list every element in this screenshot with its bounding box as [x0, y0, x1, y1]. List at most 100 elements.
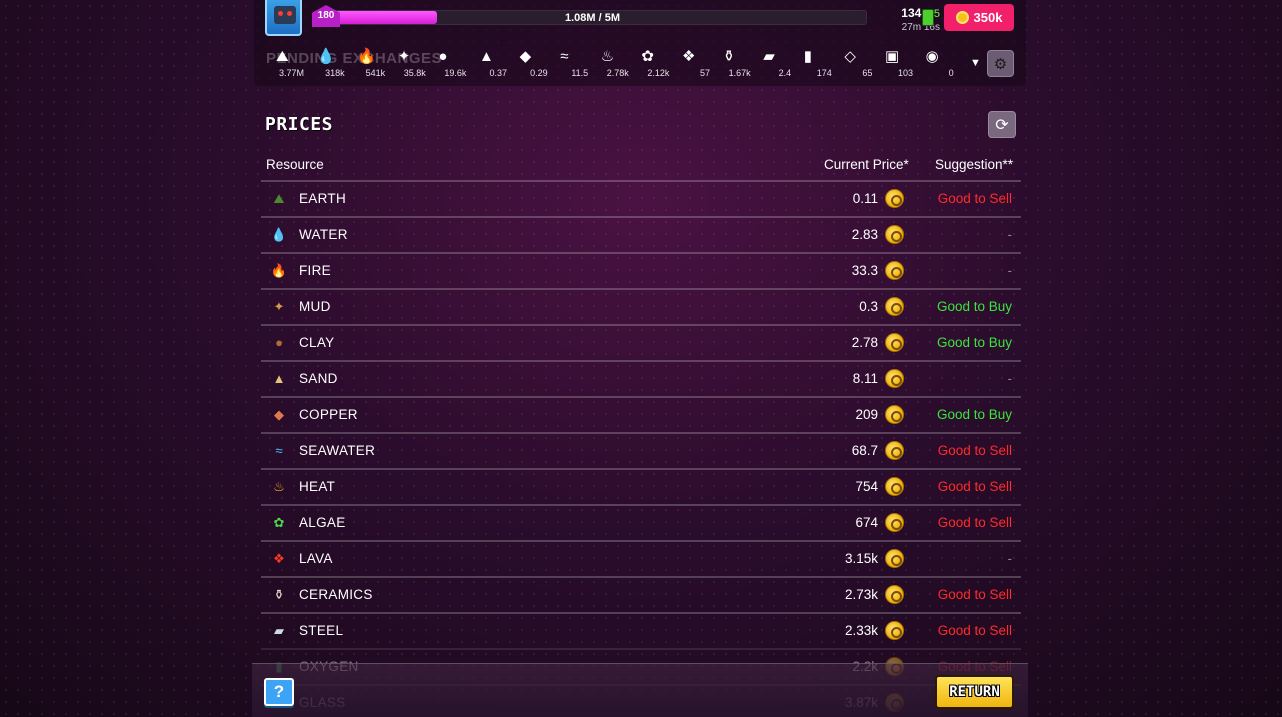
resource-counter-earth[interactable]: ⛰ 3.77M: [266, 46, 304, 78]
stone-icon: ◉: [925, 48, 939, 65]
resource-amount: 3.77M: [278, 68, 304, 78]
refresh-button[interactable]: ⟳: [988, 111, 1016, 138]
coin-icon: [885, 621, 904, 640]
resource-name: LAVA: [299, 551, 333, 566]
prices-table-body: ⛰ EARTH 0.11 Good to Sell 💧 WATER 2.83 - 🔥 FIRE 33…: [261, 180, 1021, 717]
table-row[interactable]: 🔥 FIRE 33.3 -: [261, 252, 1021, 288]
resource-amount: 0: [948, 68, 954, 78]
ceramics-icon: ⚱: [273, 587, 285, 602]
table-row[interactable]: ≈ SEAWATER 68.7 Good to Sell: [261, 432, 1021, 468]
ceramics-icon: ⚱: [722, 48, 736, 65]
coin-icon: [885, 477, 904, 496]
resource-name: STEEL: [299, 623, 344, 638]
resource-counter-machine[interactable]: ▣ 103: [875, 46, 913, 78]
player-avatar[interactable]: [265, 0, 302, 36]
table-row[interactable]: ◆ COPPER 209 Good to Buy: [261, 396, 1021, 432]
robot-icon: [274, 6, 296, 24]
settings-gear-button[interactable]: ⚙: [987, 50, 1014, 77]
chevron-down-icon[interactable]: ▼: [970, 57, 981, 69]
table-row[interactable]: ▲ SAND 8.11 -: [261, 360, 1021, 396]
coin-balance-button[interactable]: 350k: [944, 4, 1014, 31]
coin-icon: [885, 333, 904, 352]
resource-amount: 1.67k: [728, 68, 751, 78]
resource-amount: 57: [699, 68, 710, 78]
resource-counter-seawater[interactable]: ≈11.5: [550, 46, 588, 78]
resource-name: CERAMICS: [299, 587, 373, 602]
oxygen-icon: ▮: [803, 48, 813, 65]
coin-icon: [885, 261, 904, 280]
help-button[interactable]: ?: [264, 678, 294, 706]
return-button[interactable]: RETURN: [935, 675, 1014, 709]
table-row[interactable]: ✦ MUD 0.3 Good to Buy: [261, 288, 1021, 324]
resource-counter-sand[interactable]: ▲ 0.37: [469, 46, 507, 78]
table-row[interactable]: ♨ HEAT 754 Good to Sell: [261, 468, 1021, 504]
resource-counter-steel[interactable]: ▰ 2.4: [753, 46, 791, 78]
resource-name: HEAT: [299, 479, 336, 494]
table-row[interactable]: ✿ ALGAE 674 Good to Sell: [261, 504, 1021, 540]
suggestion-label: -: [1007, 371, 1013, 386]
resource-counter-water[interactable]: 💧 318k: [307, 46, 345, 78]
table-row[interactable]: ▰ STEEL 2.33k Good to Sell: [261, 612, 1021, 648]
lava-icon: ❖: [273, 551, 285, 566]
xp-progress-bar: 1.08M / 5M: [318, 10, 867, 25]
resource-counter-heat[interactable]: ♨ 2.78k: [591, 46, 629, 78]
steel-icon: ▰: [763, 48, 775, 65]
resource-price: 68.7: [851, 443, 878, 458]
resource-name: CLAY: [299, 335, 335, 350]
table-row[interactable]: 💧 WATER 2.83 -: [261, 216, 1021, 252]
earth-icon: ⛰: [276, 48, 289, 65]
table-row[interactable]: ⚱ CERAMICS 2.73k Good to Sell: [261, 576, 1021, 612]
suggestion-label: Good to Buy: [936, 335, 1012, 350]
fire-icon: 🔥: [357, 48, 376, 65]
clay-icon: ●: [275, 335, 283, 350]
resource-counter-oxygen[interactable]: ▮ 174: [794, 46, 832, 78]
resource-counter-mud[interactable]: ✦ 35.8k: [388, 46, 426, 78]
coin-icon: [885, 297, 904, 316]
coin-icon: [885, 513, 904, 532]
suggestion-label: Good to Sell: [937, 191, 1012, 206]
resource-amount: 2.12k: [647, 68, 670, 78]
resource-counter-fire[interactable]: 🔥 541k: [347, 46, 385, 78]
seawater-icon: ≈: [560, 48, 569, 65]
table-row[interactable]: ● CLAY 2.78 Good to Buy: [261, 324, 1021, 360]
column-header-resource: Resource: [266, 157, 324, 172]
resource-counter-stone[interactable]: ◉ 0: [916, 46, 954, 78]
column-header-price: Current Price*: [824, 157, 909, 172]
top-bar: 1.08M / 5M 180 134+25 27m 16s 350k PENDI…: [254, 0, 1026, 86]
resource-counter-copper[interactable]: ◆ 0.29: [510, 46, 548, 78]
resource-price: 8.11: [852, 371, 878, 386]
table-row[interactable]: ⛰ EARTH 0.11 Good to Sell: [261, 180, 1021, 216]
resource-counter-algae[interactable]: ✿ 2.12k: [631, 46, 669, 78]
coin-icon: [885, 405, 904, 424]
resource-counter-ceramics[interactable]: ⚱ 1.67k: [713, 46, 751, 78]
suggestion-label: Good to Buy: [936, 407, 1012, 422]
coin-icon: [885, 585, 904, 604]
coin-icon: [955, 11, 969, 24]
suggestion-label: Good to Sell: [937, 479, 1012, 494]
mud-icon: ✦: [397, 48, 411, 65]
resource-strip: PENDING EXCHANGES ⛰ 3.77M 💧 318k 🔥 541k ✦ 35.8k…: [266, 46, 966, 80]
resource-name: ALGAE: [299, 515, 346, 530]
energy-value: 134: [901, 6, 922, 20]
column-header-suggestion: Suggestion**: [935, 157, 1014, 172]
level-badge: 180: [312, 5, 340, 27]
sand-icon: ▲: [479, 48, 494, 65]
lava-icon: ❖: [682, 48, 696, 65]
coin-icon: [885, 189, 904, 208]
resource-price: 754: [855, 479, 878, 494]
battery-icon[interactable]: [922, 9, 934, 26]
resource-name: WATER: [299, 227, 348, 242]
resource-amount: 174: [816, 68, 832, 78]
copper-icon: ◆: [519, 48, 532, 65]
table-row[interactable]: ❖ LAVA 3.15k -: [261, 540, 1021, 576]
resource-amount: 35.8k: [403, 68, 426, 78]
mud-icon: ✦: [273, 299, 285, 314]
resource-counter-clay[interactable]: ● 19.6k: [428, 46, 466, 78]
coin-icon: [885, 369, 904, 388]
resource-price: 209: [855, 407, 878, 422]
steel-icon: ▰: [274, 623, 284, 638]
resource-counter-glass[interactable]: ◇ 65: [834, 46, 872, 78]
resource-counter-lava[interactable]: ❖ 57: [672, 46, 710, 78]
resource-amount: 541k: [365, 68, 386, 78]
gear-icon: ⚙: [993, 55, 1008, 73]
